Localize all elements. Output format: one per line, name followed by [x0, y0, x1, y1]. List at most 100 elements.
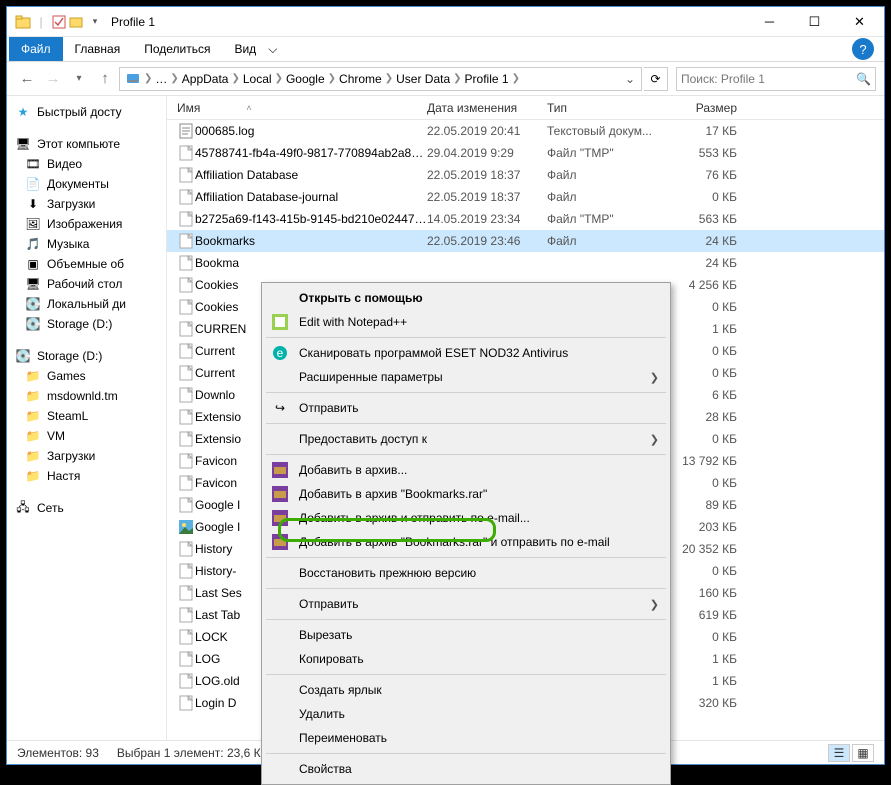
- view-thumbnails-icon[interactable]: ▦: [852, 744, 874, 762]
- cm-delete[interactable]: Удалить: [265, 702, 667, 726]
- folder-icon: 📁: [25, 388, 41, 404]
- sidebar-item[interactable]: ▣Объемные об: [7, 254, 166, 274]
- file-name: b2725a69-f143-415b-9145-bd210e02447a...: [195, 212, 427, 226]
- search-icon[interactable]: 🔍: [856, 72, 871, 86]
- col-type[interactable]: Тип: [547, 101, 667, 115]
- sidebar-item[interactable]: 🖥Рабочий стол: [7, 274, 166, 294]
- bc-local[interactable]: Local: [240, 72, 275, 86]
- cm-open-with[interactable]: Открыть с помощью: [265, 286, 667, 310]
- nav-forward-icon[interactable]: →: [41, 67, 65, 91]
- file-size: 1 КБ: [667, 322, 747, 336]
- sidebar-item[interactable]: 📁Games: [7, 366, 166, 386]
- cm-share-access[interactable]: Предоставить доступ к❯: [265, 427, 667, 451]
- view-details-icon[interactable]: ☰: [828, 744, 850, 762]
- cube-icon: ▣: [25, 256, 41, 272]
- chevron-right-icon[interactable]: ❯: [275, 73, 283, 84]
- chevron-right-icon[interactable]: ❯: [328, 73, 336, 84]
- qa-dropdown-icon[interactable]: ▾: [87, 14, 103, 30]
- col-date[interactable]: Дата изменения: [427, 101, 547, 115]
- bc-profile1[interactable]: Profile 1: [462, 72, 512, 86]
- chevron-right-icon[interactable]: ❯: [231, 73, 239, 84]
- table-row[interactable]: Bookma24 КБ: [167, 252, 884, 274]
- bc-appdata[interactable]: AppData: [179, 72, 232, 86]
- chevron-right-icon[interactable]: ❯: [453, 73, 461, 84]
- breadcrumb-root-icon[interactable]: [122, 71, 144, 87]
- chevron-right-icon[interactable]: ❯: [170, 73, 178, 84]
- cm-rar-email[interactable]: Добавить в архив и отправить по e-mail..…: [265, 506, 667, 530]
- qa-newfolder-icon[interactable]: [69, 14, 85, 30]
- sidebar-storage[interactable]: 💽Storage (D:): [7, 346, 166, 366]
- nav-back-icon[interactable]: ←: [15, 67, 39, 91]
- cm-copy[interactable]: Копировать: [265, 647, 667, 671]
- sidebar-quick-access[interactable]: ★Быстрый досту: [7, 102, 166, 122]
- sidebar-network[interactable]: 🖧Сеть: [7, 498, 166, 518]
- column-headers[interactable]: Имя˄ Дата изменения Тип Размер: [167, 96, 884, 120]
- cm-rar-add[interactable]: Добавить в архив...: [265, 458, 667, 482]
- cm-restore-previous[interactable]: Восстановить прежнюю версию: [265, 561, 667, 585]
- sidebar-item[interactable]: 🖼Изображения: [7, 214, 166, 234]
- cm-rar-add-name[interactable]: Добавить в архив "Bookmarks.rar": [265, 482, 667, 506]
- sidebar-item[interactable]: 📁SteamL: [7, 406, 166, 426]
- bc-userdata[interactable]: User Data: [393, 72, 453, 86]
- tab-view[interactable]: Вид: [222, 37, 268, 61]
- folder-icon: 📁: [25, 428, 41, 444]
- sidebar-item[interactable]: 📁msdownld.tm: [7, 386, 166, 406]
- sidebar-item[interactable]: 🎵Музыка: [7, 234, 166, 254]
- table-row[interactable]: Affiliation Database22.05.2019 18:37Файл…: [167, 164, 884, 186]
- bc-google[interactable]: Google: [283, 72, 328, 86]
- maximize-button[interactable]: ☐: [792, 7, 837, 36]
- file-size: 24 КБ: [667, 234, 747, 248]
- sidebar-item[interactable]: 📁VM: [7, 426, 166, 446]
- breadcrumb-dropdown-icon[interactable]: ⌄: [621, 68, 639, 90]
- cm-rar-email-name[interactable]: Добавить в архив "Bookmarks.rar" и отпра…: [265, 530, 667, 554]
- close-button[interactable]: ✕: [837, 7, 882, 36]
- refresh-icon[interactable]: ⟳: [644, 67, 668, 91]
- sidebar-item[interactable]: ⬇Загрузки: [7, 194, 166, 214]
- cm-edit-notepadpp[interactable]: Edit with Notepad++: [265, 310, 667, 334]
- cm-send[interactable]: ↪Отправить: [265, 396, 667, 420]
- sidebar-item[interactable]: 📄Документы: [7, 174, 166, 194]
- breadcrumb[interactable]: ❯ … ❯ AppData ❯ Local ❯ Google ❯ Chrome …: [119, 67, 642, 91]
- file-type: Текстовый докум...: [547, 124, 667, 138]
- nav-history-dropdown-icon[interactable]: ▾: [67, 67, 91, 91]
- bc-ellipsis[interactable]: …: [152, 72, 170, 86]
- search-input[interactable]: Поиск: Profile 1 🔍: [676, 67, 876, 91]
- table-row[interactable]: b2725a69-f143-415b-9145-bd210e02447a...1…: [167, 208, 884, 230]
- chevron-right-icon[interactable]: ❯: [512, 73, 520, 84]
- sidebar-item[interactable]: 🎞Видео: [7, 154, 166, 174]
- table-row[interactable]: Affiliation Database-journal22.05.2019 1…: [167, 186, 884, 208]
- cm-properties[interactable]: Свойства: [265, 757, 667, 781]
- table-row[interactable]: 45788741-fb4a-49f0-9817-770894ab2a80.t..…: [167, 142, 884, 164]
- cm-send-to[interactable]: Отправить❯: [265, 592, 667, 616]
- table-row[interactable]: Bookmarks22.05.2019 23:46Файл24 КБ: [167, 230, 884, 252]
- sidebar-this-pc[interactable]: 🖥Этот компьюте: [7, 134, 166, 154]
- chevron-right-icon[interactable]: ❯: [385, 73, 393, 84]
- cm-cut[interactable]: Вырезать: [265, 623, 667, 647]
- cm-eset-scan[interactable]: eСканировать программой ESET NOD32 Antiv…: [265, 341, 667, 365]
- explorer-window: | ▾ Profile 1 ─ ☐ ✕ Файл Главная Поделит…: [6, 6, 885, 765]
- table-row[interactable]: 000685.log22.05.2019 20:41Текстовый доку…: [167, 120, 884, 142]
- qa-properties-icon[interactable]: [51, 14, 67, 30]
- nav-up-icon[interactable]: ↑: [93, 67, 117, 91]
- sidebar-item[interactable]: 📁Настя: [7, 466, 166, 486]
- sidebar-item[interactable]: 💽Storage (D:): [7, 314, 166, 334]
- cm-rename[interactable]: Переименовать: [265, 726, 667, 750]
- help-icon[interactable]: ?: [852, 38, 874, 60]
- ribbon-toggle-icon[interactable]: ⌵: [268, 37, 277, 61]
- file-size: 76 КБ: [667, 168, 747, 182]
- tab-home[interactable]: Главная: [63, 37, 133, 61]
- tab-share[interactable]: Поделиться: [132, 37, 222, 61]
- tab-file[interactable]: Файл: [9, 37, 63, 61]
- sidebar-item[interactable]: 💽Локальный ди: [7, 294, 166, 314]
- minimize-button[interactable]: ─: [747, 7, 792, 36]
- cm-shortcut[interactable]: Создать ярлык: [265, 678, 667, 702]
- file-size: 160 КБ: [667, 586, 747, 600]
- file-size: 28 КБ: [667, 410, 747, 424]
- file-icon: [177, 123, 195, 139]
- bc-chrome[interactable]: Chrome: [336, 72, 385, 86]
- chevron-right-icon[interactable]: ❯: [144, 73, 152, 84]
- col-name[interactable]: Имя: [177, 101, 200, 115]
- col-size[interactable]: Размер: [667, 101, 747, 115]
- cm-advanced[interactable]: Расширенные параметры❯: [265, 365, 667, 389]
- sidebar-item[interactable]: 📁Загрузки: [7, 446, 166, 466]
